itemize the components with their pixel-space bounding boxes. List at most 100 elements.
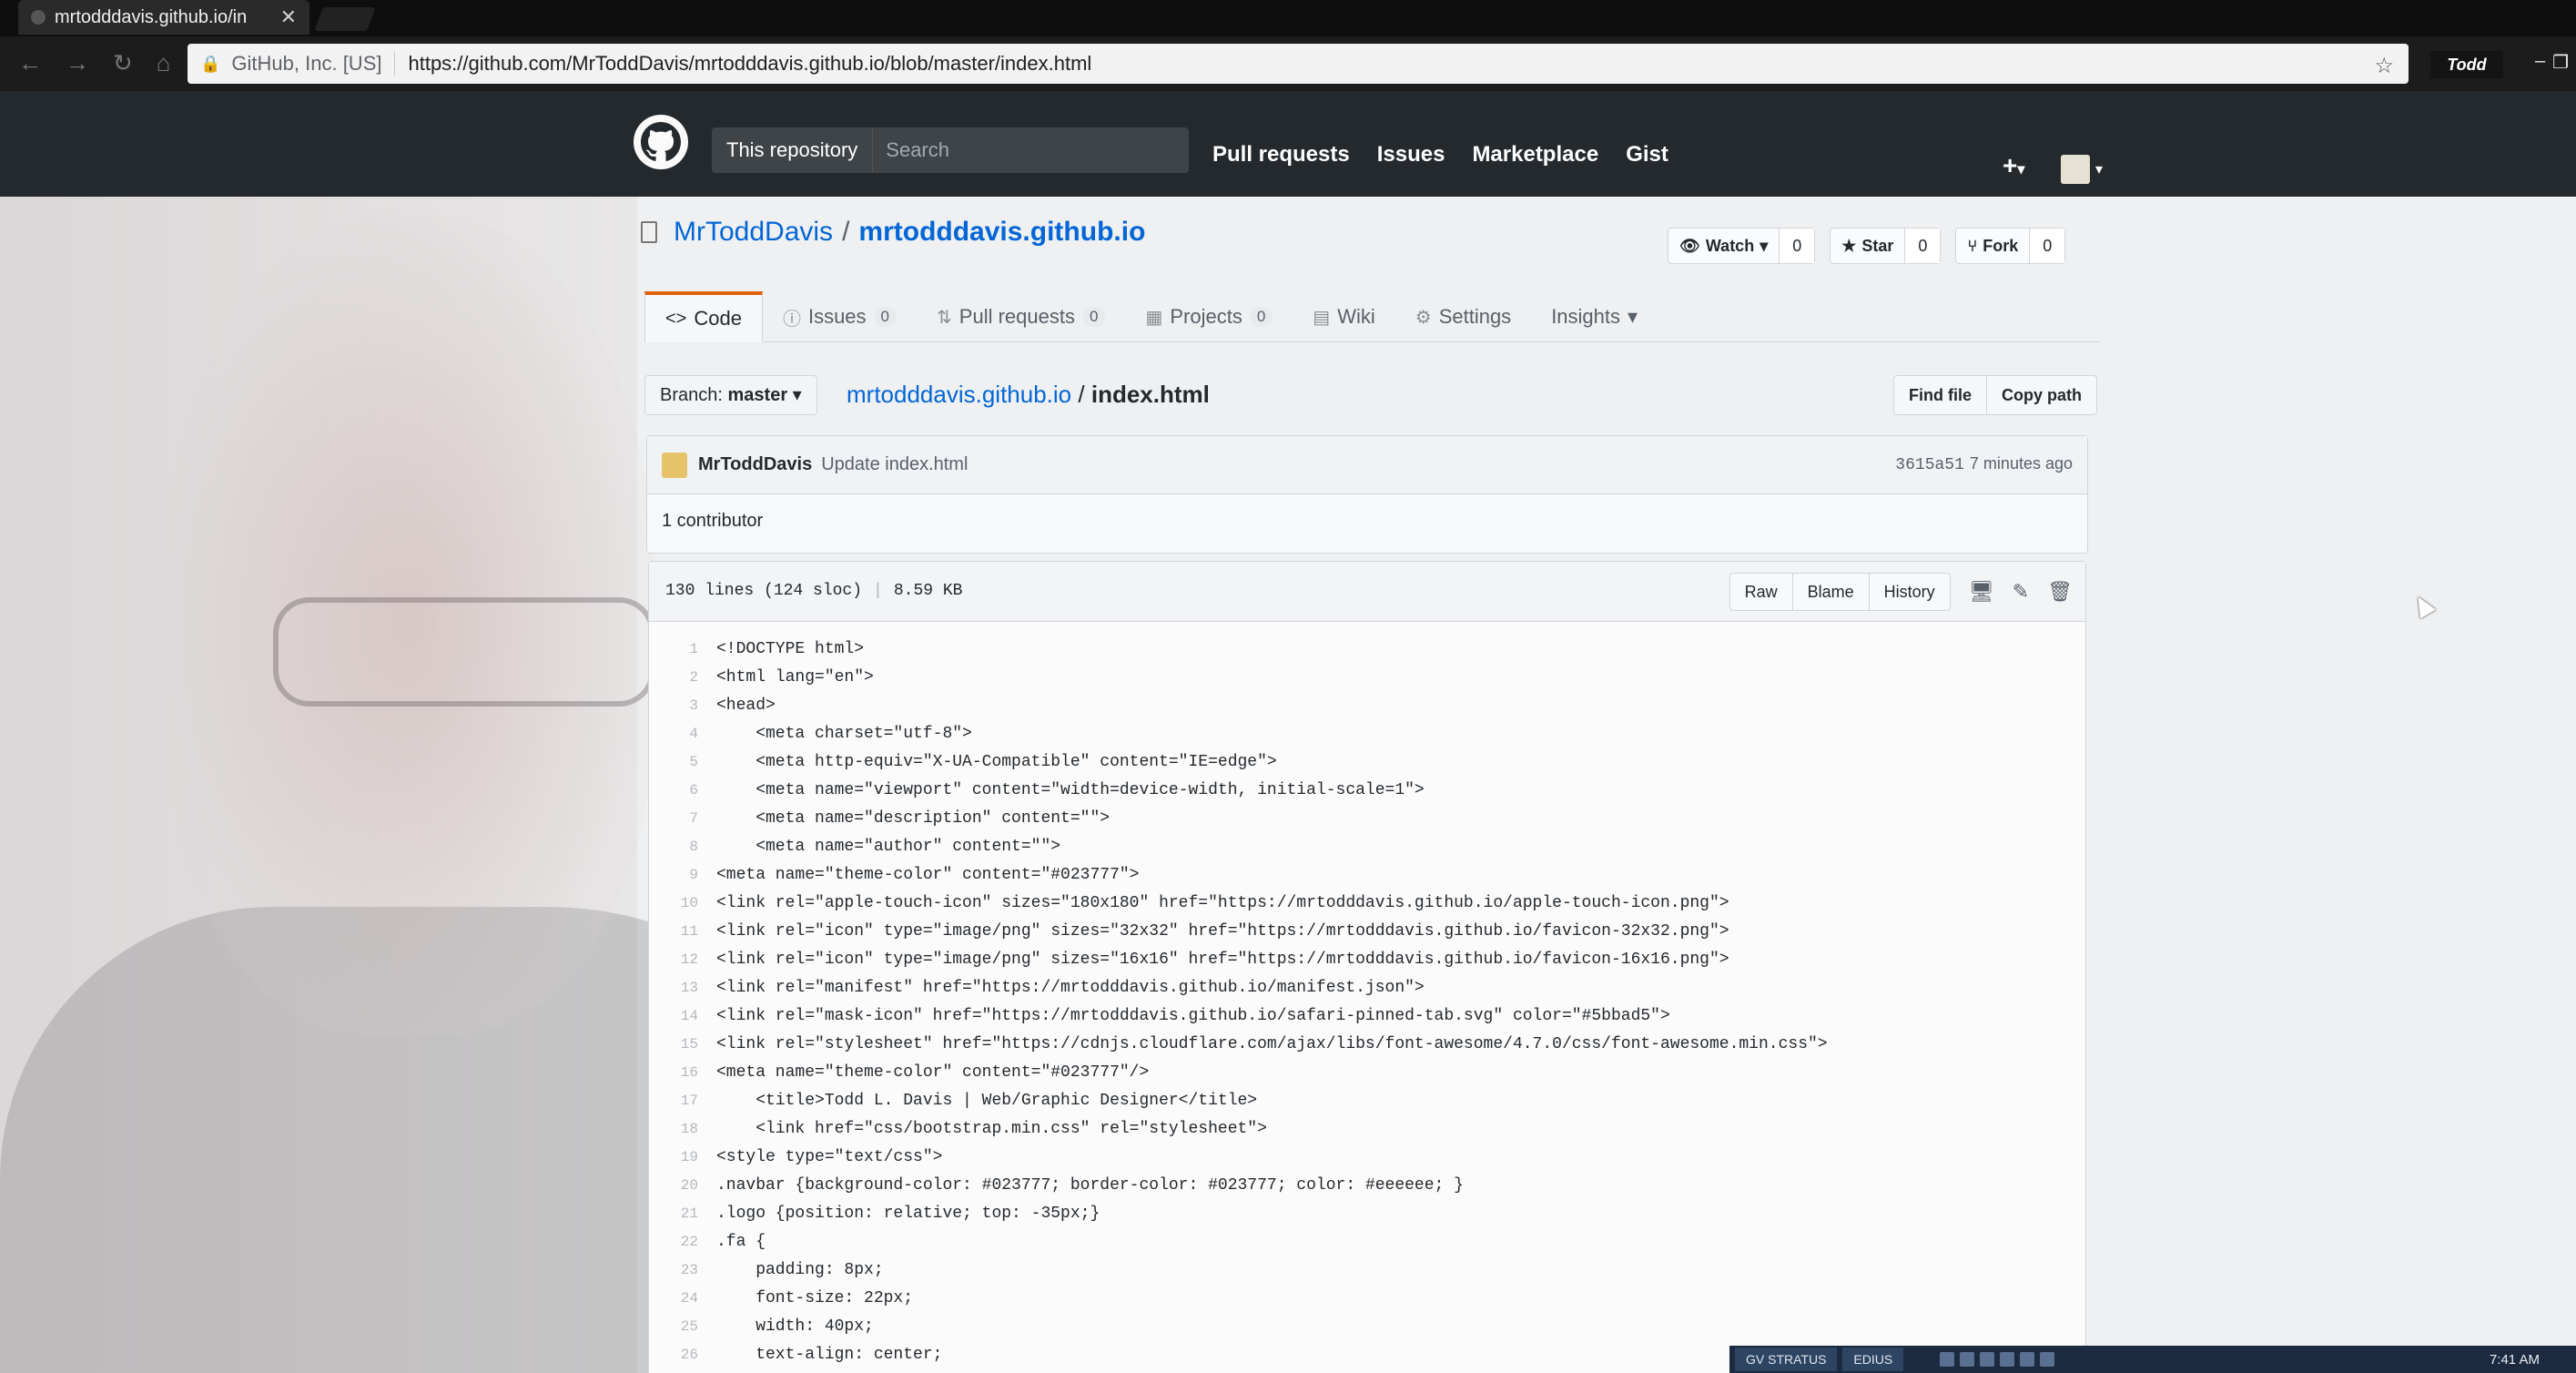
line-number[interactable]: 26 <box>649 1347 716 1363</box>
line-number[interactable]: 25 <box>649 1318 716 1335</box>
contributors-link[interactable]: 1 contributor <box>647 494 2087 548</box>
search-input[interactable]: Search <box>873 138 949 162</box>
taskbar-item-gv-stratus[interactable]: GV STRATUS <box>1735 1348 1838 1371</box>
security-label: GitHub, Inc. [US] <box>231 52 396 76</box>
tab-wiki[interactable]: ▤ Wiki <box>1293 291 1394 342</box>
star-count[interactable]: 0 <box>1905 229 1941 263</box>
github-logo-icon[interactable] <box>634 115 688 169</box>
line-number[interactable]: 21 <box>649 1205 716 1222</box>
watch-button[interactable]: 👁 Watch ▾ <box>1668 229 1780 263</box>
line-number[interactable]: 7 <box>649 810 716 827</box>
history-button[interactable]: History <box>1869 573 1951 611</box>
line-number[interactable]: 4 <box>649 726 716 742</box>
tray-icon[interactable] <box>1960 1352 1975 1367</box>
line-number[interactable]: 3 <box>649 697 716 714</box>
reload-icon[interactable]: ↻ <box>113 49 133 77</box>
tab-projects[interactable]: ▦ Projects 0 <box>1125 291 1293 342</box>
tray-icon[interactable] <box>2020 1352 2035 1367</box>
line-number[interactable]: 23 <box>649 1262 716 1278</box>
line-number[interactable]: 5 <box>649 754 716 770</box>
line-number[interactable]: 2 <box>649 669 716 686</box>
url-text[interactable]: https://github.com/MrToddDavis/mrtodddav… <box>408 52 1091 76</box>
breadcrumb-repo-link[interactable]: mrtodddavis.github.io <box>847 381 1071 408</box>
line-number[interactable]: 11 <box>649 923 716 940</box>
create-new-button[interactable]: +▾ <box>2003 151 2024 180</box>
copy-path-button[interactable]: Copy path <box>1987 375 2097 415</box>
line-number[interactable]: 12 <box>649 951 716 968</box>
eye-icon: 👁 <box>1679 237 1700 255</box>
commit-meta: 3615a51 7 minutes ago <box>1895 454 2073 474</box>
branch-select-button[interactable]: Branch: master ▾ <box>644 375 817 415</box>
tray-icon[interactable] <box>1940 1352 1955 1367</box>
line-number[interactable]: 14 <box>649 1008 716 1024</box>
repo-search[interactable]: This repository Search <box>712 127 1189 173</box>
find-file-button[interactable]: Find file <box>1893 375 1987 415</box>
line-number[interactable]: 19 <box>649 1149 716 1165</box>
new-tab-button[interactable] <box>314 7 376 31</box>
tab-pull-requests[interactable]: ⇅ Pull requests 0 <box>917 291 1125 342</box>
fork-count[interactable]: 0 <box>2030 229 2065 263</box>
line-number[interactable]: 9 <box>649 867 716 883</box>
nav-issues[interactable]: Issues <box>1377 142 1445 168</box>
back-icon[interactable]: ← <box>18 49 42 77</box>
blame-button[interactable]: Blame <box>1792 573 1870 611</box>
repo-title-separator: / <box>842 217 850 247</box>
star-button[interactable]: ★ Star <box>1831 229 1906 263</box>
desktop-icon[interactable]: 🖥 <box>1969 580 1994 604</box>
line-number[interactable]: 8 <box>649 839 716 855</box>
watch-count[interactable]: 0 <box>1780 229 1815 263</box>
trash-icon[interactable]: 🗑 <box>2047 580 2073 604</box>
line-number[interactable]: 22 <box>649 1234 716 1250</box>
line-number[interactable]: 18 <box>649 1121 716 1137</box>
tab-code[interactable]: <> Code <box>644 291 763 342</box>
line-number[interactable]: 20 <box>649 1177 716 1194</box>
code-text: font-size: 22px; <box>716 1288 914 1307</box>
browser-tab[interactable]: mrtodddavis.github.io/in ✕ <box>18 0 309 35</box>
repo-name-link[interactable]: mrtodddavis.github.io <box>858 217 1145 248</box>
file-button-group: Raw Blame History <box>1729 573 1951 611</box>
commit-message-link[interactable]: Update index.html <box>821 454 968 475</box>
line-number[interactable]: 24 <box>649 1290 716 1307</box>
home-icon[interactable]: ⌂ <box>157 49 171 77</box>
close-tab-icon[interactable]: ✕ <box>280 5 297 29</box>
line-number[interactable]: 17 <box>649 1093 716 1109</box>
tray-icon[interactable] <box>2000 1352 2015 1367</box>
chevron-down-icon[interactable]: ▾ <box>2095 160 2103 178</box>
repo-owner-link[interactable]: MrToddDavis <box>674 217 833 248</box>
raw-button[interactable]: Raw <box>1729 573 1793 611</box>
line-number[interactable]: 13 <box>649 980 716 996</box>
line-number[interactable]: 16 <box>649 1064 716 1081</box>
nav-marketplace[interactable]: Marketplace <box>1472 142 1598 168</box>
tab-insights[interactable]: Insights ▾ <box>1531 291 1658 342</box>
fork-button[interactable]: ⑂ Fork <box>1956 229 2031 263</box>
tray-icon[interactable] <box>2040 1352 2055 1367</box>
tray-icon[interactable] <box>1980 1352 1995 1367</box>
browser-toolbar: ← → ↻ ⌂ 🔒 GitHub, Inc. [US] https://gith… <box>0 36 2576 91</box>
user-avatar[interactable] <box>2061 155 2090 184</box>
forward-icon[interactable]: → <box>66 49 89 77</box>
code-text: .logo {position: relative; top: -35px;} <box>716 1204 1100 1223</box>
tab-settings[interactable]: ⚙ Settings <box>1395 291 1531 342</box>
profile-chip[interactable]: Todd <box>2430 51 2503 78</box>
line-number[interactable]: 10 <box>649 895 716 911</box>
pencil-icon[interactable]: ✎ <box>2013 580 2029 604</box>
nav-gist[interactable]: Gist <box>1626 142 1668 168</box>
mouse-cursor-icon <box>2409 592 2437 619</box>
code-line: 2 <html lang="en"> <box>649 663 2085 691</box>
tab-issues[interactable]: ⓘ Issues 0 <box>763 291 917 342</box>
code-line: 21 .logo {position: relative; top: -35px;… <box>649 1199 2085 1227</box>
commit-author-avatar[interactable] <box>662 452 687 478</box>
line-number[interactable]: 1 <box>649 641 716 657</box>
minimize-icon[interactable]: – <box>2535 51 2545 74</box>
branch-name: master <box>727 385 788 405</box>
commit-author-link[interactable]: MrToddDavis <box>698 454 812 475</box>
bookmark-star-icon[interactable]: ☆ <box>2374 53 2394 79</box>
line-number[interactable]: 6 <box>649 782 716 798</box>
nav-pull-requests[interactable]: Pull requests <box>1212 142 1350 168</box>
line-number[interactable]: 15 <box>649 1036 716 1053</box>
code-line: 16 <meta name="theme-color" content="#023… <box>649 1058 2085 1086</box>
commit-sha-link[interactable]: 3615a51 <box>1895 456 1964 474</box>
restore-icon[interactable]: ❐ <box>2552 51 2569 74</box>
address-bar[interactable]: 🔒 GitHub, Inc. [US] https://github.com/M… <box>188 44 2409 84</box>
taskbar-item-edius[interactable]: EDIUS <box>1842 1348 1904 1371</box>
